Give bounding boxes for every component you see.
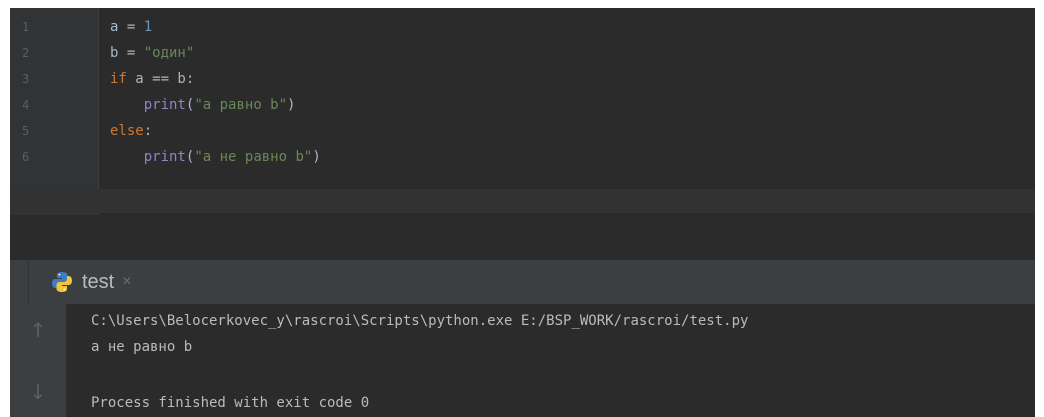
line-number: 2 bbox=[22, 46, 30, 60]
code-line[interactable]: else: bbox=[110, 122, 152, 140]
ide-window: 1234567 a = 1b = "один"if a == b: print(… bbox=[10, 8, 1035, 417]
code-line[interactable]: print("a не равно b") bbox=[110, 148, 321, 166]
line-number: 4 bbox=[22, 98, 30, 112]
code-line[interactable]: b = "один" bbox=[110, 44, 194, 62]
line-number-gutter: 1234567 bbox=[10, 8, 99, 215]
code-token: print bbox=[143, 149, 186, 165]
line-number: 3 bbox=[22, 72, 30, 86]
arrow-down-icon[interactable]: ↓ bbox=[26, 380, 50, 404]
code-token: print bbox=[143, 97, 186, 113]
code-token: a == b: bbox=[126, 71, 195, 87]
code-token: "a равно b" bbox=[194, 97, 288, 113]
code-token: b = bbox=[110, 45, 144, 61]
code-line[interactable]: a = 1 bbox=[110, 18, 152, 36]
console-toolbar: ↑ ↓ bbox=[10, 304, 66, 417]
code-token: ) bbox=[287, 97, 296, 113]
code-line[interactable]: if a == b: bbox=[110, 70, 194, 88]
code-editor[interactable]: 1234567 a = 1b = "один"if a == b: print(… bbox=[10, 8, 1035, 215]
code-area[interactable]: a = 1 b = "один" if a == b: print("a равно… bbox=[110, 8, 1035, 215]
line-number: 5 bbox=[22, 124, 30, 138]
tab-label[interactable]: test bbox=[82, 271, 114, 294]
code-line[interactable]: print("a равно b") bbox=[110, 96, 296, 114]
run-console[interactable]: ↑ ↓ C:\Users\Belocerkovec_y\rascroi\Scri… bbox=[10, 304, 1035, 417]
code-token: else bbox=[110, 123, 144, 139]
code-token: a = bbox=[110, 19, 144, 35]
code-token: ) bbox=[312, 149, 321, 165]
code-token: 1 bbox=[143, 19, 153, 35]
close-icon[interactable]: × bbox=[122, 273, 131, 291]
code-token: if bbox=[110, 71, 127, 87]
run-tool-window-tabbar: test × bbox=[10, 260, 1035, 304]
code-token: "один" bbox=[143, 45, 195, 61]
line-number: 1 bbox=[22, 20, 30, 34]
tabbar-left-edge bbox=[10, 260, 29, 304]
console-exit-line: Process finished with exit code 0 bbox=[91, 395, 370, 411]
console-output-line: а не равно b bbox=[91, 339, 193, 355]
python-icon bbox=[52, 272, 72, 292]
arrow-up-icon[interactable]: ↑ bbox=[26, 318, 50, 342]
code-token: : bbox=[143, 123, 153, 139]
editor-bottom-space bbox=[10, 215, 1035, 260]
line-number: 6 bbox=[22, 150, 30, 164]
tab-test[interactable]: test × bbox=[50, 260, 132, 304]
code-token: "a не равно b" bbox=[194, 149, 313, 165]
console-command-line: C:\Users\Belocerkovec_y\rascroi\Scripts\… bbox=[91, 313, 749, 329]
